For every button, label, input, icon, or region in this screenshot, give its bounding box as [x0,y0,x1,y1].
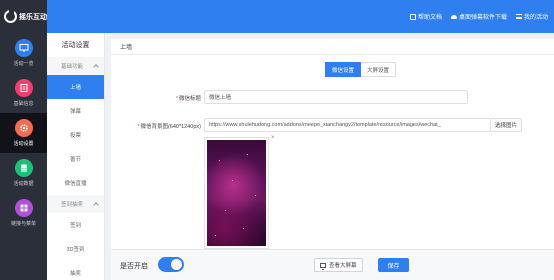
my-activities-link[interactable]: 我的活动 [515,12,548,21]
submenu-item-program[interactable]: 善节 [47,147,104,171]
view-big-screen-button[interactable]: 查看大屏幕 [314,258,363,272]
brand-logo[interactable]: 摇乐互动 [0,0,47,33]
icon-sidebar: 活动一览 基础信息 活动设置 活动数据 链接与菜单 [0,33,47,280]
submenu-item-vote[interactable]: 投票 [47,123,104,147]
wechat-title-input[interactable]: 微信上墙 [204,90,468,104]
sidebar-item-basic-info[interactable]: 基础信息 [0,73,47,113]
background-field-label: *微信背景图(640*1240px) [137,124,201,130]
submenu-group-checkin[interactable]: 签到抽奖 [47,195,104,213]
top-header: 摇乐互动 帮助文档 桌面弹幕软件下载 我的活动 [0,0,554,33]
desktop-download-link[interactable]: 桌面弹幕软件下载 [450,12,507,21]
header-links: 帮助文档 桌面弹幕软件下载 我的活动 [409,12,548,21]
enable-label: 是否开启 [120,263,148,270]
book-icon [409,13,416,20]
submenu-title: 活动设置 [61,42,90,49]
brand-name: 摇乐互动 [19,13,47,21]
submenu-item-danmaku[interactable]: 弹幕 [47,99,104,123]
toggle-knob [171,259,182,270]
sidebar-item-links-menu[interactable]: 链接与菜单 [0,193,47,233]
monitor-icon [14,39,33,57]
settings-tabs: 微信设置 大屏设置 [325,62,397,77]
save-button[interactable]: 保存 [378,258,409,272]
logo-icon [4,10,17,23]
footer-bar: 是否开启 查看大屏幕 保存 [111,249,554,280]
cloud-download-icon [450,14,457,19]
gear-icon [14,119,33,137]
help-docs-link[interactable]: 帮助文档 [409,12,442,21]
title-field-label: *微信标题 [175,96,201,102]
remove-image-button[interactable]: × [271,135,275,141]
background-preview [204,137,269,249]
submenu-item-wechat-live[interactable]: 微信直播 [47,171,104,195]
submenu-group-basic[interactable]: 基础功能 [47,57,104,75]
menu-icon [515,14,522,19]
database-icon [14,159,33,177]
tab-screen-settings[interactable]: 大屏设置 [361,62,397,77]
sidebar-item-overview[interactable]: 活动一览 [0,33,47,73]
info-icon [14,79,33,97]
breadcrumb: 上墙 [111,39,554,55]
main-panel: 上墙 微信设置 大屏设置 *微信标题 微信上墙 *微信背景图(640*1240p… [111,39,554,249]
submenu-item-3d-checkin[interactable]: 3D签到 [47,237,104,261]
chevron-up-icon [93,64,99,70]
submenu-item-checkin[interactable]: 签到 [47,213,104,237]
enable-toggle[interactable] [158,257,184,272]
submenu-item-lottery[interactable]: 抽奖 [47,261,104,280]
submenu-item-wall[interactable]: 上墙 [47,75,104,99]
select-image-button[interactable]: 选择图片 [491,118,523,132]
sidebar-item-data[interactable]: 活动数据 [0,153,47,193]
monitor-icon [320,262,326,270]
tab-wechat-settings[interactable]: 微信设置 [325,62,362,77]
background-url-input[interactable]: https://www.shulehudong.com/addons/meepo… [204,118,491,132]
settings-submenu: 活动设置 基础功能 上墙 弹幕 投票 善节 微信直播 签到抽奖 签到 3D签到 … [47,33,105,280]
sidebar-item-settings[interactable]: 活动设置 [0,113,47,153]
grid-icon [14,199,33,217]
background-image [207,140,266,246]
chevron-up-icon [93,202,99,208]
